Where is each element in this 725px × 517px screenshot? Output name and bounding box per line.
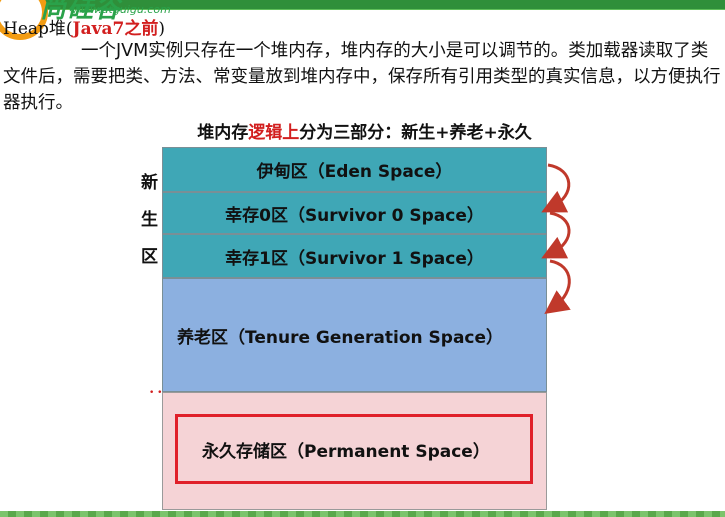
eden-space-label: 伊甸区（Eden Space） <box>256 162 453 182</box>
title-suffix: ) <box>158 19 165 39</box>
survivor-0-label: 幸存0区（Survivor 0 Space） <box>225 205 484 226</box>
survivor-1-label: 幸存1区（Survivor 1 Space） <box>225 248 484 269</box>
subheading-before: 堆内存 <box>197 123 249 143</box>
curved-arrow-icon <box>541 163 571 213</box>
curved-arrow-icon <box>544 259 571 315</box>
marker-dots: • • <box>149 388 163 398</box>
transition-arrows <box>541 163 571 315</box>
description-paragraph: 一个JVM实例只存在一个堆内存，堆内存的大小是可以调节的。类加载器读取了类文件后… <box>3 41 721 113</box>
permanent-space-label: 永久存储区（Permanent Space） <box>202 441 490 462</box>
survivor-0-space: 幸存0区（Survivor 0 Space） <box>162 192 547 234</box>
eden-space: 伊甸区（Eden Space） <box>162 147 547 192</box>
subheading-after: 分为三部分：新生+养老+永久 <box>299 123 532 143</box>
tenure-space-label: 养老区（Tenure Generation Space） <box>177 327 504 348</box>
survivor-1-space: 幸存1区（Survivor 1 Space） <box>162 234 547 278</box>
title-highlight: Java7之前 <box>72 19 159 39</box>
page-title: Heap堆(Java7之前) <box>3 14 165 39</box>
bottom-banner <box>0 511 725 517</box>
diagram-subheading: 堆内存逻辑上分为三部分：新生+养老+永久 <box>0 118 725 143</box>
subheading-highlight: 逻辑上 <box>248 123 300 143</box>
permanent-space-highlight-box: 永久存储区（Permanent Space） <box>175 414 533 484</box>
title-prefix: Heap堆( <box>3 19 73 39</box>
curved-arrow-icon <box>541 211 571 259</box>
young-label-char-2: 生 <box>141 210 158 230</box>
tenure-space: 养老区（Tenure Generation Space） <box>162 278 547 392</box>
young-label-char-3: 区 <box>141 247 158 267</box>
young-label-char-1: 新 <box>141 173 158 193</box>
